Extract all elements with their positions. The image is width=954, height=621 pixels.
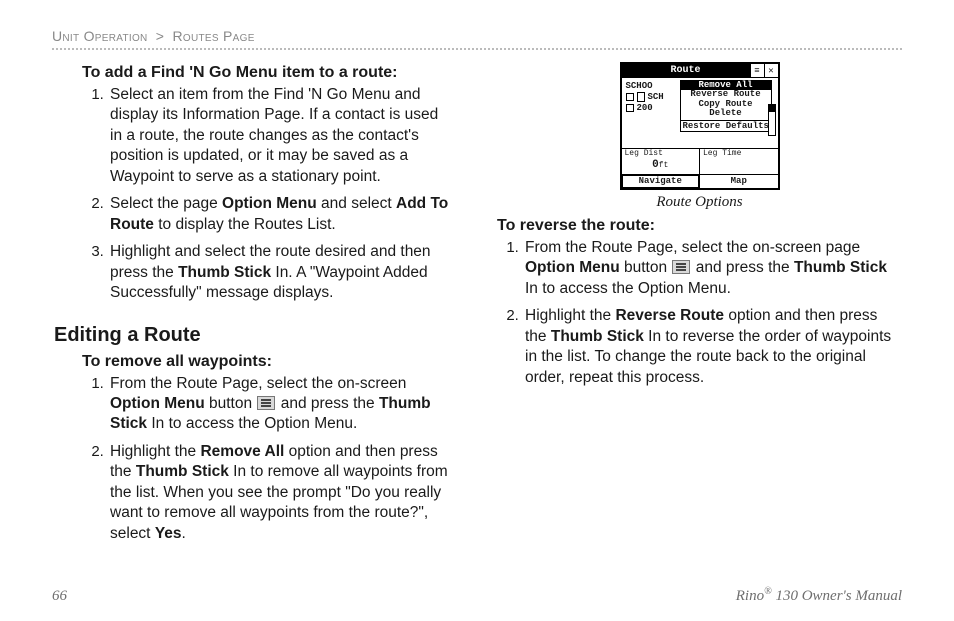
t: SCH [648, 92, 664, 102]
bold: Thumb Stick [178, 264, 271, 281]
t: button [205, 395, 257, 412]
t: In to access the Option Menu. [147, 415, 357, 432]
leg-time-cell: Leg Time [700, 149, 778, 174]
dropdown-item-delete: Delete [681, 109, 771, 118]
steps-reverse: From the Route Page, select the on-scree… [523, 237, 902, 394]
t: Highlight the [110, 443, 200, 460]
page-footer: 66 Rino® 130 Owner's Manual [52, 586, 902, 605]
label: Leg Time [703, 150, 775, 159]
section-title-reverse: To reverse the route: [497, 217, 902, 235]
t: and select [317, 195, 396, 212]
registered-mark: ® [764, 586, 772, 597]
t: 200 [637, 103, 653, 113]
step: Select an item from the Find 'N Go Menu … [108, 84, 457, 193]
page-number: 66 [52, 588, 67, 605]
checkbox-icon [626, 93, 634, 101]
bold: Option Menu [222, 195, 317, 212]
option-menu-icon [672, 260, 690, 274]
device-titlebar: Route ≡ ✕ [622, 64, 778, 78]
step: From the Route Page, select the on-scree… [523, 237, 902, 305]
right-column: Route ≡ ✕ SCHOO SCH 200 Remove All Rever… [497, 58, 902, 560]
option-menu-icon [257, 396, 275, 410]
t: From the Route Page, select the on-scree… [525, 239, 860, 256]
bold: Option Menu [110, 395, 205, 412]
breadcrumb: Unit Operation > Routes Page [52, 28, 902, 44]
t: to display the Routes List. [154, 216, 336, 233]
device-stats-row: Leg Dist 0ft Leg Time [622, 148, 778, 174]
left-column: To add a Find 'N Go Menu item to a route… [52, 58, 457, 560]
bold: Thumb Stick [794, 259, 887, 276]
step: Select the page Option Menu and select A… [108, 193, 457, 241]
figure-caption: Route Options [616, 194, 784, 211]
option-menu-dropdown: Remove All Reverse Route Copy Route Dele… [680, 80, 772, 132]
device-screen: Route ≡ ✕ SCHOO SCH 200 Remove All Rever… [620, 62, 780, 190]
step: Highlight the Reverse Route option and t… [523, 305, 902, 394]
t: In to access the Option Menu. [525, 280, 731, 297]
model: 130 Owner's Manual [772, 588, 902, 604]
breadcrumb-a: Unit Operation [52, 28, 148, 44]
section-title-add-item: To add a Find 'N Go Menu item to a route… [82, 64, 457, 82]
scrollbar [768, 104, 776, 136]
t: From the Route Page, select the on-scree… [110, 375, 406, 392]
section-title-remove-all: To remove all waypoints: [82, 353, 457, 371]
device-body: SCHOO SCH 200 Remove All Reverse Route C… [622, 78, 778, 148]
breadcrumb-sep: > [156, 28, 164, 44]
t: . [182, 525, 186, 542]
steps-add-item: Select an item from the Find 'N Go Menu … [108, 84, 457, 310]
steps-remove-all: From the Route Page, select the on-scree… [108, 373, 457, 551]
flag-icon [637, 92, 645, 102]
t: Select the page [110, 195, 222, 212]
close-icon: ✕ [764, 64, 778, 77]
step: Highlight the Remove All option and then… [108, 441, 457, 550]
t: SCHOO [626, 81, 653, 91]
leg-dist-cell: Leg Dist 0ft [622, 149, 701, 174]
bold: Reverse Route [615, 307, 724, 324]
bold: Thumb Stick [551, 328, 644, 345]
label: Leg Dist [625, 150, 697, 159]
device-tabs: Navigate Map [622, 174, 778, 188]
dropdown-item-restore-defaults: Restore Defaults [681, 122, 771, 131]
brand: Rino [736, 588, 764, 604]
device-figure: Route ≡ ✕ SCHOO SCH 200 Remove All Rever… [616, 62, 784, 211]
t: Highlight the [525, 307, 615, 324]
subhead-editing-route: Editing a Route [54, 324, 457, 347]
bold: Option Menu [525, 259, 620, 276]
option-menu-icon: ≡ [750, 64, 764, 77]
step: Highlight and select the route desired a… [108, 241, 457, 309]
bold: Remove All [200, 443, 284, 460]
divider-dots [52, 48, 902, 50]
tab-navigate: Navigate [622, 175, 700, 188]
value: 0 [652, 159, 659, 171]
bold: Yes [155, 525, 182, 542]
step: From the Route Page, select the on-scree… [108, 373, 457, 441]
unit: ft [659, 161, 669, 170]
tab-map: Map [699, 175, 778, 188]
checkbox-icon [626, 104, 634, 112]
device-title: Route [622, 64, 750, 77]
step-text: Select an item from the Find 'N Go Menu … [110, 86, 438, 185]
t: and press the [276, 395, 379, 412]
t: button [620, 259, 672, 276]
t: and press the [691, 259, 794, 276]
bold: Thumb Stick [136, 463, 229, 480]
breadcrumb-b: Routes Page [172, 28, 254, 44]
manual-title: Rino® 130 Owner's Manual [736, 586, 902, 605]
